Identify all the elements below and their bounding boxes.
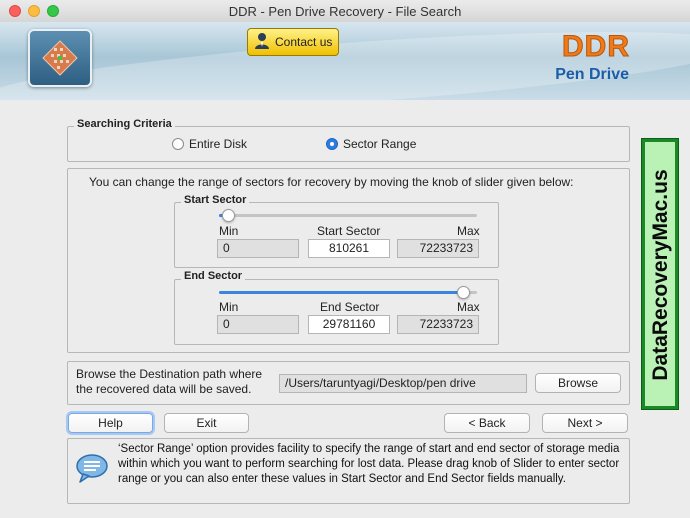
start-sector-slider[interactable] (219, 214, 477, 217)
radio-circle[interactable] (172, 138, 184, 150)
start-sector-input[interactable]: 810261 (308, 239, 390, 258)
window-title: DDR - Pen Drive Recovery - File Search (228, 4, 462, 19)
end-sector-slider[interactable] (219, 291, 477, 294)
end-value-label: End Sector (320, 300, 380, 314)
destination-path-field[interactable]: /Users/taruntyagi/Desktop/pen drive (279, 374, 527, 393)
contact-us-label: Contact us (275, 35, 333, 49)
end-sector-title: End Sector (181, 270, 246, 282)
browse-button[interactable]: Browse (535, 373, 621, 393)
destination-label-line2: the recovered data will be saved. (76, 382, 252, 396)
help-button[interactable]: Help (68, 413, 153, 433)
info-chat-icon (75, 452, 109, 487)
radio-circle-selected[interactable] (326, 138, 338, 150)
range-instruction: You can change the range of sectors for … (89, 175, 574, 189)
title-bar: DDR - Pen Drive Recovery - File Search (0, 0, 690, 23)
entire-disk-radio[interactable]: Entire Disk (172, 137, 247, 151)
start-min-label: Min (219, 224, 239, 238)
exit-button[interactable]: Exit (164, 413, 249, 433)
contact-us-button[interactable]: Contact us (247, 28, 339, 56)
end-sector-input[interactable]: 29781160 (308, 315, 390, 334)
watermark-banner: DataRecoveryMac.us (641, 138, 679, 410)
brand-logo-text: DDR (562, 30, 630, 64)
start-max-field: 72233723 (397, 239, 479, 258)
end-min-label: Min (219, 300, 239, 314)
end-slider-knob[interactable] (456, 286, 470, 299)
start-sector-title: Start Sector (181, 194, 250, 206)
app-logo-icon (28, 29, 92, 87)
product-name: Pen Drive (555, 66, 629, 83)
back-button[interactable]: < Back (444, 413, 530, 433)
sector-range-label: Sector Range (343, 137, 417, 151)
end-max-field: 72233723 (397, 315, 479, 334)
end-slider-fill (219, 291, 464, 294)
end-max-label: Max (457, 300, 480, 314)
info-description: ‘Sector Range’ option provides facility … (118, 443, 620, 485)
start-value-label: Start Sector (317, 224, 381, 238)
watermark-text: DataRecoveryMac.us (649, 169, 672, 381)
searching-criteria-label: Searching Criteria (74, 118, 175, 130)
next-button[interactable]: Next > (542, 413, 628, 433)
sector-range-radio[interactable]: Sector Range (326, 137, 416, 151)
start-max-label: Max (457, 224, 480, 238)
entire-disk-label: Entire Disk (189, 137, 248, 151)
start-slider-knob[interactable] (221, 209, 235, 222)
contact-person-icon (254, 32, 270, 53)
start-min-field: 0 (217, 239, 299, 258)
end-min-field: 0 (217, 315, 299, 334)
destination-label-line1: Browse the Destination path where (76, 367, 263, 381)
